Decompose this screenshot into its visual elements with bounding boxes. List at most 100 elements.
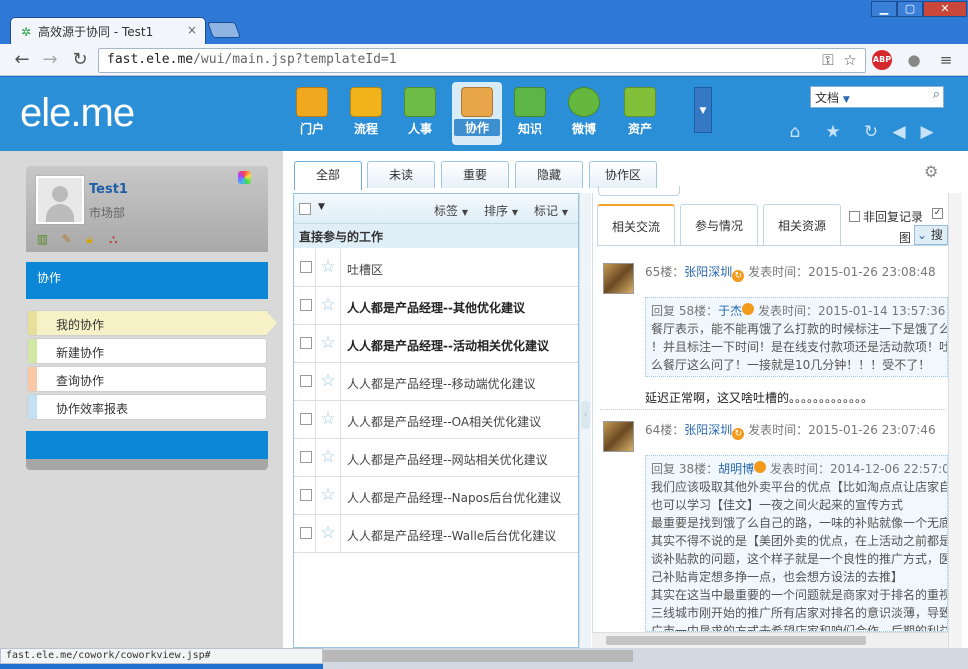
scrollbar-thumb[interactable] xyxy=(606,636,866,645)
minimize-icon[interactable]: ▁ xyxy=(871,1,897,17)
bookmark-star-icon[interactable]: ☆ xyxy=(840,50,860,70)
nav-query-cowork[interactable]: 查询协作 xyxy=(27,366,267,392)
tab-participation[interactable]: 参与情况 xyxy=(680,204,758,246)
row-checkbox[interactable] xyxy=(300,527,312,539)
star-icon[interactable]: ☆ xyxy=(315,325,341,362)
list-item[interactable]: ☆ 人人都是产品经理--Napos后台优化建议 xyxy=(294,477,578,515)
list-item[interactable]: ☆ 人人都是产品经理--其他优化建议 xyxy=(294,287,578,325)
search-box[interactable]: 文档 ▼ ⌕ xyxy=(810,86,944,108)
user-name[interactable]: Test1 xyxy=(89,182,128,197)
module-portal[interactable]: 门户 xyxy=(290,87,334,143)
address-bar[interactable]: fast.ele.me/wui/main.jsp?templateId=1 xyxy=(98,48,866,73)
row-title[interactable]: 人人都是产品经理--其他优化建议 xyxy=(347,299,525,316)
post-user[interactable]: 张阳深圳 xyxy=(684,423,732,437)
org-chart-icon[interactable]: ⛬ xyxy=(106,232,121,246)
browser-tab[interactable]: ✲ 高效源于协同 - Test1 × xyxy=(10,17,206,44)
module-cowork[interactable]: 协作 xyxy=(452,82,502,145)
forward-icon[interactable]: → xyxy=(40,50,60,70)
tab-hidden[interactable]: 隐藏 xyxy=(515,161,583,188)
gear-icon[interactable]: ⚙ xyxy=(924,162,938,181)
image-checkbox[interactable]: ✓ xyxy=(932,208,943,219)
post-user[interactable]: 张阳深圳 xyxy=(684,265,732,279)
row-checkbox[interactable] xyxy=(300,451,312,463)
row-checkbox[interactable] xyxy=(300,375,312,387)
tab-cowork-area[interactable]: 协作区 xyxy=(589,161,657,188)
scrollbar-thumb[interactable] xyxy=(323,650,633,662)
tab-related-resources[interactable]: 相关资源 xyxy=(763,204,841,246)
tab-all[interactable]: 全部 xyxy=(294,161,362,190)
tab-close-icon[interactable]: × xyxy=(187,23,197,37)
arrow-left-icon[interactable]: ◀ xyxy=(888,121,910,143)
row-title[interactable]: 人人都是产品经理--移动端优化建议 xyxy=(347,375,536,392)
arrow-right-icon[interactable]: ▶ xyxy=(916,121,938,143)
star-icon[interactable]: ☆ xyxy=(315,363,341,400)
new-tab-button[interactable] xyxy=(207,22,241,38)
search-icon[interactable]: ⌕ xyxy=(933,87,940,102)
splitter[interactable]: ‹ xyxy=(579,193,591,648)
star-icon[interactable]: ☆ xyxy=(315,287,341,324)
globe-icon[interactable]: ● xyxy=(904,50,924,70)
favorite-star-icon[interactable]: ★ xyxy=(822,121,844,143)
vertical-scrollbar[interactable] xyxy=(948,193,962,648)
quote-user[interactable]: 胡明博 xyxy=(718,462,754,476)
list-item[interactable]: ☆ 吐槽区 xyxy=(294,249,578,287)
nav-new-cowork[interactable]: 新建协作 xyxy=(27,338,267,364)
module-hr[interactable]: 人事 xyxy=(398,87,442,143)
module-knowledge[interactable]: 知识 xyxy=(508,87,552,143)
home-icon[interactable]: ⌂ xyxy=(784,121,806,143)
nav-my-cowork[interactable]: 我的协作 xyxy=(27,310,277,336)
adblock-icon[interactable]: ABP xyxy=(872,50,892,70)
row-checkbox[interactable] xyxy=(300,413,312,425)
star-icon[interactable]: ☆ xyxy=(315,249,341,286)
refresh-icon[interactable]: ↻ xyxy=(860,121,882,143)
menu-icon[interactable]: ≡ xyxy=(936,50,956,70)
list-item[interactable]: ☆ 人人都是产品经理--OA相关优化建议 xyxy=(294,401,578,439)
skin-picker-icon[interactable] xyxy=(238,171,251,184)
more-modules-button[interactable]: ▼ xyxy=(694,87,712,133)
row-title[interactable]: 人人都是产品经理--OA相关优化建议 xyxy=(347,413,541,430)
tab-important[interactable]: 重要 xyxy=(441,161,509,188)
star-icon[interactable]: ☆ xyxy=(315,439,341,476)
key-icon[interactable]: ⚿ xyxy=(818,50,838,70)
maximize-icon[interactable]: ▢ xyxy=(897,1,923,17)
back-icon[interactable]: ← xyxy=(12,50,32,70)
row-title[interactable]: 人人都是产品经理--Walle后台优化建议 xyxy=(347,527,556,544)
nav-efficiency-report[interactable]: 协作效率报表 xyxy=(27,394,267,420)
horizontal-scrollbar[interactable] xyxy=(592,632,948,648)
tab-unread[interactable]: 未读 xyxy=(367,161,435,188)
list-item[interactable]: ☆ 人人都是产品经理--活动相关优化建议 xyxy=(294,325,578,363)
non-reply-checkbox[interactable] xyxy=(849,211,860,222)
page-horizontal-scrollbar[interactable] xyxy=(323,648,968,669)
row-title[interactable]: 吐槽区 xyxy=(347,261,383,278)
tag-filter[interactable]: 标签 ▼ xyxy=(434,202,468,219)
close-window-icon[interactable]: ✕ xyxy=(923,1,967,17)
tab-related-discussion[interactable]: 相关交流 xyxy=(597,204,675,246)
row-checkbox[interactable] xyxy=(300,489,312,501)
quote-user[interactable]: 于杰 xyxy=(718,304,742,318)
list-item[interactable]: ☆ 人人都是产品经理--Walle后台优化建议 xyxy=(294,515,578,553)
mark-filter[interactable]: 标记 ▼ xyxy=(534,202,568,219)
notepad-icon[interactable]: ✎ xyxy=(59,232,74,246)
sort-filter[interactable]: 排序 ▼ xyxy=(484,202,518,219)
avatar[interactable] xyxy=(36,176,84,224)
module-weibo[interactable]: 微博 xyxy=(562,87,606,143)
chevron-down-icon[interactable]: ▼ xyxy=(318,202,325,212)
search-scope-select[interactable]: 文档 xyxy=(815,91,839,105)
row-title[interactable]: 人人都是产品经理--活动相关优化建议 xyxy=(347,337,549,354)
row-checkbox[interactable] xyxy=(300,261,312,273)
star-icon[interactable]: ☆ xyxy=(315,477,341,514)
row-checkbox[interactable] xyxy=(300,337,312,349)
row-title[interactable]: 人人都是产品经理--网站相关优化建议 xyxy=(347,451,548,468)
select-all-checkbox[interactable] xyxy=(299,203,311,215)
row-checkbox[interactable] xyxy=(300,299,312,311)
non-reply-filter[interactable]: 非回复记录 xyxy=(849,208,923,225)
module-workflow[interactable]: 流程 xyxy=(344,87,388,143)
list-item[interactable]: ☆ 人人都是产品经理--网站相关优化建议 xyxy=(294,439,578,477)
reload-icon[interactable]: ↻ xyxy=(70,50,90,70)
collapse-handle-icon[interactable]: ‹ xyxy=(581,401,590,429)
lock-icon[interactable]: 🔒︎ xyxy=(82,232,97,246)
avatar[interactable] xyxy=(603,263,634,294)
star-icon[interactable]: ☆ xyxy=(315,515,341,552)
star-icon[interactable]: ☆ xyxy=(315,401,341,438)
module-assets[interactable]: 资产 xyxy=(618,87,662,143)
